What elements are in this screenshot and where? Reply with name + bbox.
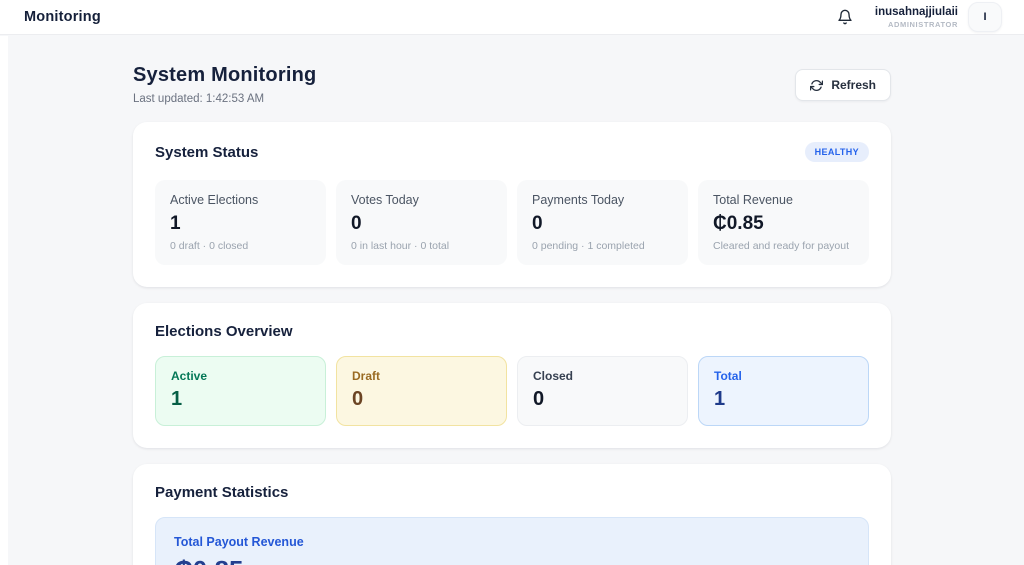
last-updated: Last updated: 1:42:53 AM — [133, 93, 265, 105]
overview-box-active: Active 1 — [155, 356, 326, 426]
elections-overview-header: Elections Overview — [155, 323, 869, 340]
payment-statistics-title: Payment Statistics — [155, 484, 289, 501]
payment-statistics-card: Payment Statistics Total Payout Revenue … — [133, 464, 891, 565]
overview-label: Total — [714, 369, 742, 383]
system-status-header: System Status HEALTHY — [155, 142, 869, 162]
system-status-title: System Status — [155, 143, 259, 161]
left-gutter — [0, 36, 8, 565]
stat-value: 1 — [170, 213, 181, 234]
stat-label: Active Elections — [170, 193, 259, 207]
elections-overview-grid: Active 1 Draft 0 Closed 0 Total 1 — [155, 356, 869, 426]
stat-sub: 0 pending · 1 completed — [532, 240, 645, 252]
refresh-icon — [810, 79, 824, 92]
stat-payments-today: Payments Today 0 0 pending · 1 completed — [517, 180, 688, 265]
bell-icon — [837, 9, 853, 25]
payout-revenue-panel: Total Payout Revenue ₵0.85 Net amount af… — [155, 517, 869, 565]
stat-total-revenue: Total Revenue ₵0.85 Cleared and ready fo… — [698, 180, 869, 265]
overview-value: 0 — [352, 388, 364, 410]
stat-sub: Cleared and ready for payout — [713, 240, 850, 252]
status-badge: HEALTHY — [804, 142, 869, 162]
stat-label: Payments Today — [532, 193, 625, 207]
overview-box-draft: Draft 0 — [336, 356, 507, 426]
stat-value: 0 — [532, 213, 543, 234]
overview-label: Active — [171, 369, 208, 383]
stat-sub: 0 in last hour · 0 total — [351, 240, 450, 252]
page-header: System Monitoring Last updated: 1:42:53 … — [133, 64, 891, 105]
elections-overview-title: Elections Overview — [155, 323, 293, 340]
overview-box-total: Total 1 — [698, 356, 869, 426]
overview-box-closed: Closed 0 — [517, 356, 688, 426]
stat-value: ₵0.85 — [713, 213, 764, 234]
page-title-block: System Monitoring Last updated: 1:42:53 … — [133, 64, 316, 105]
page-title: System Monitoring — [133, 64, 317, 86]
stat-votes-today: Votes Today 0 0 in last hour · 0 total — [336, 180, 507, 265]
overview-value: 1 — [171, 388, 183, 410]
system-status-card: System Status HEALTHY Active Elections 1… — [133, 122, 891, 287]
user-info: inusahnajjiulaii ADMINISTRATOR — [875, 5, 958, 29]
stat-label: Votes Today — [351, 193, 419, 207]
stat-active-elections: Active Elections 1 0 draft · 0 closed — [155, 180, 326, 265]
app-logo[interactable]: Monitoring — [24, 9, 101, 25]
notifications-button[interactable] — [835, 7, 855, 27]
topbar-right: inusahnajjiulaii ADMINISTRATOR I — [835, 2, 1002, 32]
refresh-button-label: Refresh — [831, 78, 876, 92]
payout-value: ₵0.85 — [174, 555, 850, 565]
stat-value: 0 — [351, 213, 362, 234]
system-status-grid: Active Elections 1 0 draft · 0 closed Vo… — [155, 180, 869, 265]
stat-label: Total Revenue — [713, 193, 793, 207]
topbar: Monitoring inusahnajjiulaii ADMINISTRATO… — [0, 0, 1024, 35]
elections-overview-card: Elections Overview Active 1 Draft 0 Clos… — [133, 303, 891, 448]
payment-statistics-header: Payment Statistics — [155, 484, 869, 501]
user-name: inusahnajjiulaii — [874, 6, 958, 19]
user-menu[interactable]: inusahnajjiulaii ADMINISTRATOR I — [875, 2, 1002, 32]
overview-value: 1 — [714, 388, 726, 410]
payout-label: Total Payout Revenue — [174, 535, 304, 549]
stat-sub: 0 draft · 0 closed — [170, 240, 249, 252]
avatar[interactable]: I — [968, 2, 1002, 32]
user-role: ADMINISTRATOR — [887, 19, 958, 29]
overview-value: 0 — [533, 388, 545, 410]
overview-label: Draft — [352, 369, 381, 383]
overview-label: Closed — [533, 369, 574, 383]
main-content: System Monitoring Last updated: 1:42:53 … — [133, 35, 891, 565]
refresh-button[interactable]: Refresh — [795, 69, 891, 101]
